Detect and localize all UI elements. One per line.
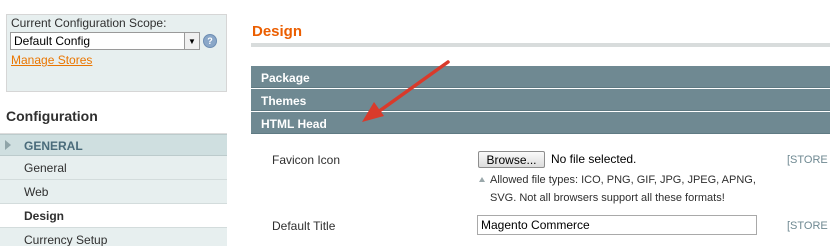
favicon-label: Favicon Icon xyxy=(272,153,341,167)
sidebar-item-design[interactable]: Design xyxy=(0,204,227,228)
config-title-box: Configuration xyxy=(0,96,227,134)
sidebar-group-general[interactable]: GENERAL xyxy=(0,134,227,156)
sidebar-item-general[interactable]: General xyxy=(0,156,227,180)
favicon-note-line2: SVG. Not all browsers support all these … xyxy=(490,192,725,204)
scope-select[interactable]: Default Config ▼ xyxy=(10,32,200,50)
browse-button[interactable]: Browse... xyxy=(478,151,545,168)
chevron-down-icon[interactable]: ▼ xyxy=(184,33,199,49)
manage-stores-link[interactable]: Manage Stores xyxy=(11,53,92,67)
title-divider xyxy=(251,43,830,47)
favicon-scope-tag: [STORE xyxy=(787,154,828,166)
section-themes[interactable]: Themes xyxy=(251,89,830,111)
sidebar-item-label: Web xyxy=(24,185,49,199)
sidebar-item-web[interactable]: Web xyxy=(0,180,227,204)
note-triangle-icon xyxy=(479,177,485,182)
favicon-note-line1: Allowed file types: ICO, PNG, GIF, JPG, … xyxy=(490,174,756,186)
sidebar-title: Configuration xyxy=(6,108,98,124)
scope-label: Current Configuration Scope: xyxy=(11,16,167,30)
scope-select-value: Default Config xyxy=(14,34,91,48)
sidebar-group-label: GENERAL xyxy=(24,139,83,153)
section-label: HTML Head xyxy=(261,117,327,131)
sidebar-item-label: Design xyxy=(24,209,65,223)
default-title-label: Default Title xyxy=(272,219,336,233)
left-column: Current Configuration Scope: Default Con… xyxy=(0,0,227,246)
section-label: Themes xyxy=(261,94,307,108)
section-html-head[interactable]: HTML Head xyxy=(251,112,830,134)
sidebar-item-label: Currency Setup xyxy=(24,233,108,246)
default-title-input[interactable] xyxy=(477,215,757,235)
page-title: Design xyxy=(252,23,303,40)
help-icon[interactable]: ? xyxy=(203,34,217,48)
default-title-scope-tag: [STORE xyxy=(787,220,828,232)
sidebar-item-label: General xyxy=(24,161,67,175)
sidebar-item-currency-setup[interactable]: Currency Setup xyxy=(0,228,227,246)
section-package[interactable]: Package xyxy=(251,66,830,88)
expand-triangle-icon xyxy=(5,140,11,150)
file-status: No file selected. xyxy=(551,152,637,166)
section-label: Package xyxy=(261,71,310,85)
